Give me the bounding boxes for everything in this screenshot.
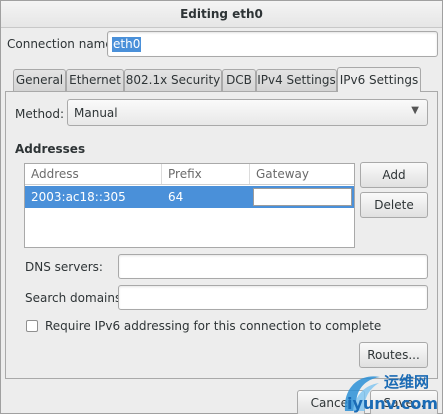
dialog-window: Editing eth0 Connection name: eth0 Gener… — [0, 0, 443, 414]
column-header-prefix[interactable]: Prefix — [162, 164, 250, 184]
table-row[interactable]: 2003:ac18::305 64 — [25, 186, 354, 208]
gateway-edit-field[interactable] — [253, 188, 352, 206]
delete-button[interactable]: Delete — [360, 192, 428, 218]
dns-servers-input[interactable] — [118, 254, 428, 279]
tab-ipv6-settings[interactable]: IPv6 Settings — [337, 67, 421, 92]
method-combo[interactable]: Manual ▼ — [67, 99, 428, 126]
column-header-gateway[interactable]: Gateway — [250, 164, 354, 184]
watermark-text-cn: 运维网 — [384, 373, 430, 391]
dns-servers-label: DNS servers: — [25, 260, 103, 274]
tab-general[interactable]: General — [13, 69, 66, 91]
require-ipv6-label[interactable]: Require IPv6 addressing for this connect… — [45, 319, 381, 333]
addresses-table[interactable]: Address Prefix Gateway 2003:ac18::305 64 — [24, 163, 355, 248]
column-header-address[interactable]: Address — [25, 164, 162, 184]
add-button[interactable]: Add — [360, 162, 428, 188]
tab-dcb[interactable]: DCB — [222, 69, 256, 91]
chevron-down-icon: ▼ — [411, 105, 419, 116]
table-header: Address Prefix Gateway — [25, 164, 354, 185]
method-label: Method: — [15, 107, 65, 121]
search-domains-label: Search domains: — [25, 291, 126, 305]
routes-button[interactable]: Routes... — [359, 342, 428, 368]
search-domains-input[interactable] — [118, 285, 428, 310]
connection-name-input[interactable]: eth0 — [107, 31, 438, 57]
tab-8021x-security[interactable]: 802.1x Security — [124, 69, 222, 91]
require-ipv6-checkbox[interactable] — [26, 320, 38, 332]
method-value: Manual — [74, 106, 118, 120]
cell-prefix: 64 — [168, 190, 184, 204]
window-title: Editing eth0 — [1, 1, 442, 28]
watermark-text-url: iyunv.com — [347, 394, 439, 413]
tab-ethernet[interactable]: Ethernet — [66, 69, 124, 91]
cell-address: 2003:ac18::305 — [31, 190, 126, 204]
addresses-heading: Addresses — [15, 142, 86, 156]
tab-ipv4-settings[interactable]: IPv4 Settings — [256, 69, 337, 91]
connection-name-label: Connection name: — [7, 37, 117, 51]
connection-name-value: eth0 — [112, 37, 142, 52]
